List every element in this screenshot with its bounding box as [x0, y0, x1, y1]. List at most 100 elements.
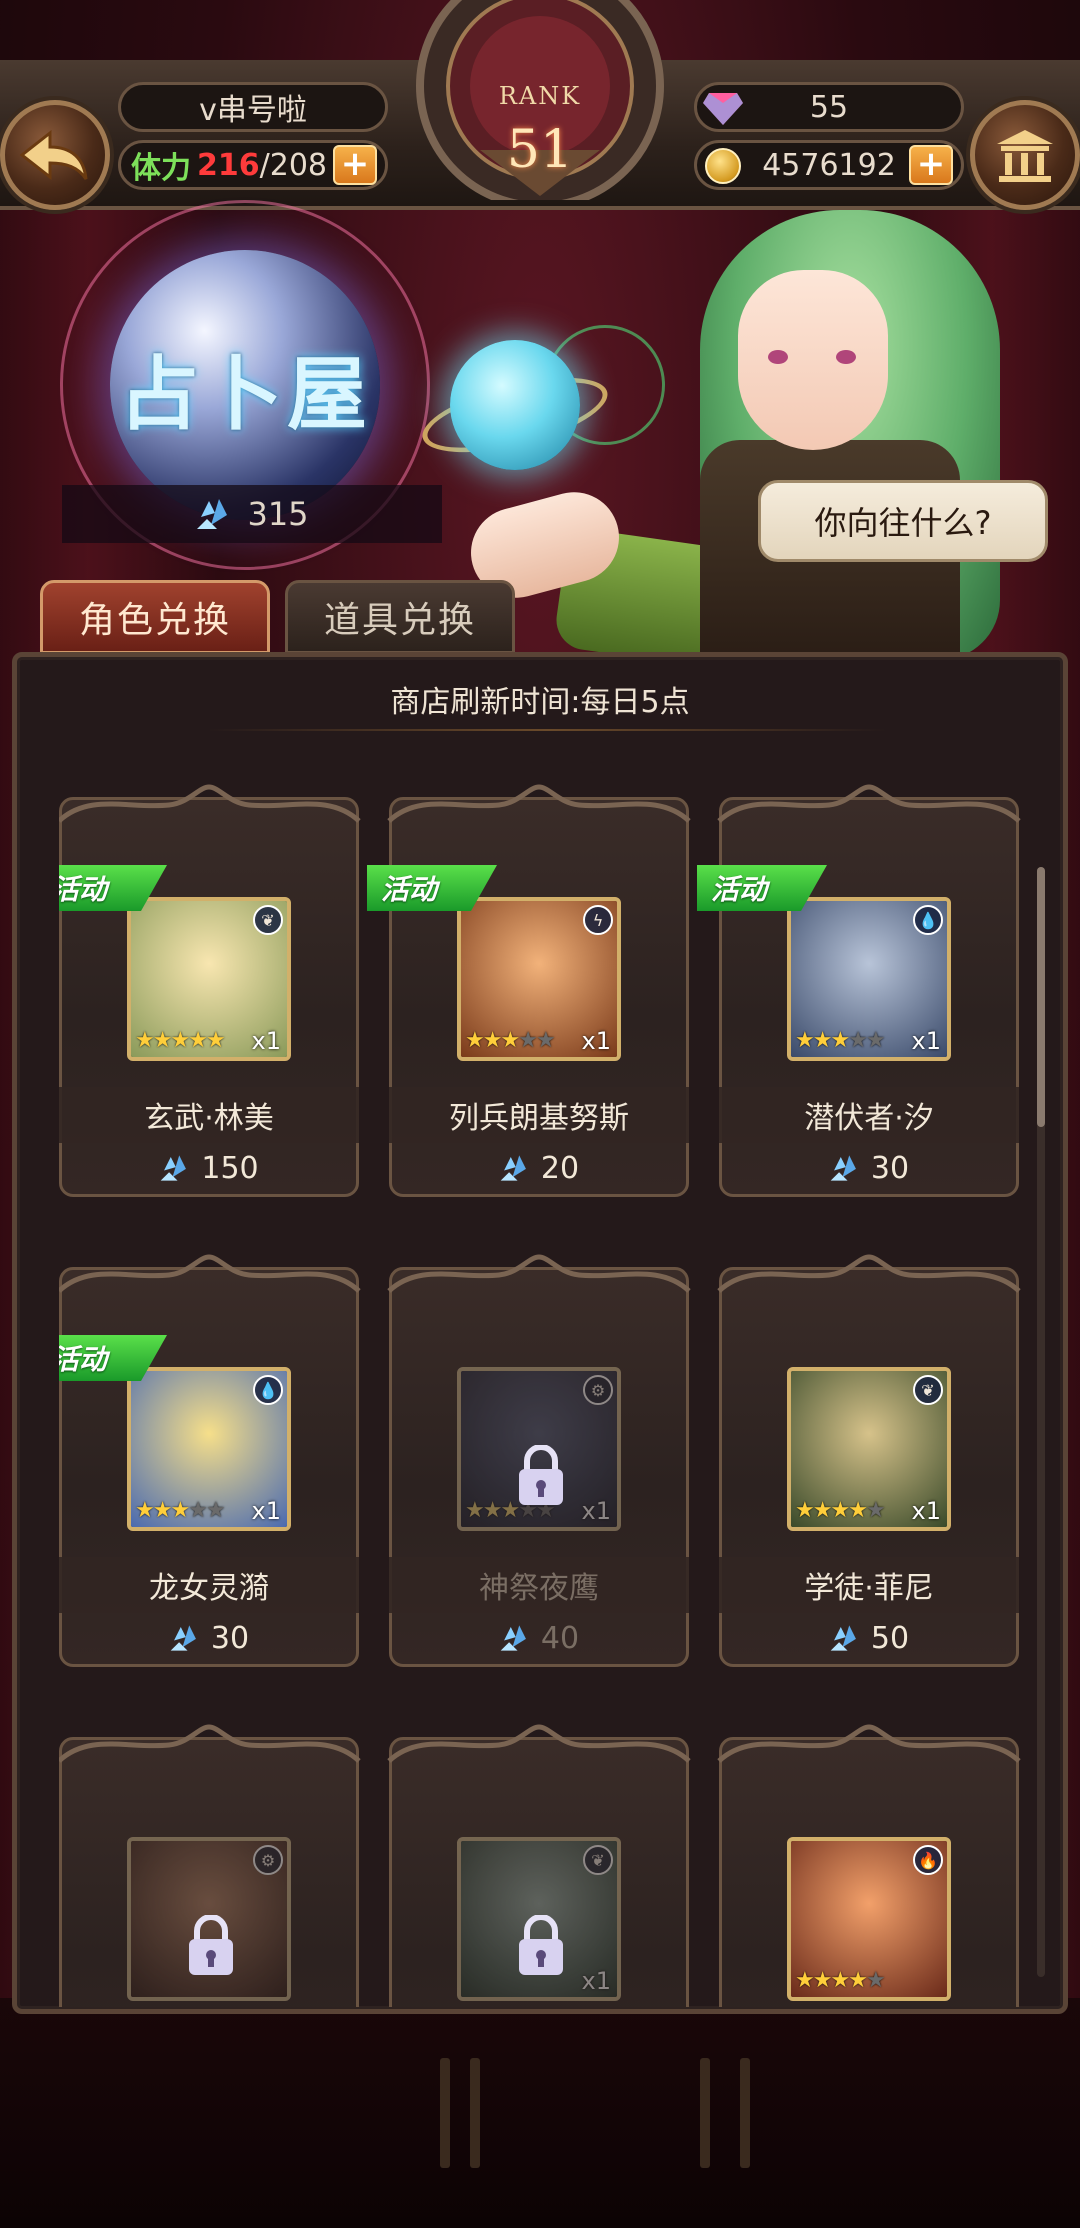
shop-panel: 商店刷新时间:每日5点 ❦★★★★★x1玄武·林美150活动ϟ★★★★★x1列兵…: [12, 652, 1068, 2014]
gold-coin-icon: [705, 148, 741, 184]
card-ornament-icon: [59, 784, 361, 823]
scrollbar-thumb[interactable]: [1037, 867, 1045, 1127]
item-price: 50: [719, 1613, 1019, 1663]
star-icon: ★: [465, 1028, 485, 1053]
crystal-icon: [197, 499, 228, 529]
shop-item-card[interactable]: 🔥 ★★★★★: [717, 1724, 1021, 2007]
star-rating: ★★★★★: [795, 1028, 886, 1053]
card-ornament-icon: [387, 784, 691, 823]
crystal-icon: [170, 1625, 196, 1651]
character-face: [738, 270, 888, 450]
item-name: 神祭夜鹰: [389, 1557, 689, 1613]
character-eye: [836, 350, 856, 364]
price-value: 30: [870, 1150, 910, 1186]
crystal-icon: [500, 1155, 526, 1181]
water-icon: 💧: [913, 905, 943, 935]
leaf-icon: ❦: [583, 1845, 613, 1875]
item-price: 150: [59, 1143, 359, 1193]
crystal-count: 315: [247, 495, 309, 533]
item-price: 40: [389, 1613, 689, 1663]
water-icon: 💧: [253, 1375, 283, 1405]
gold-count: 4576192: [762, 147, 896, 183]
leaf-icon: ❦: [253, 905, 283, 935]
star-icon: ★: [848, 1028, 868, 1053]
shop-item-card[interactable]: ϟ ★★★★★ x1 列兵朗基努斯 20 活动: [367, 784, 691, 1197]
star-rating: ★★★★★: [135, 1498, 226, 1523]
card-ornament-icon: [387, 1724, 691, 1763]
character-portrait: ❦ ★★★★★ x1: [787, 1367, 951, 1531]
star-icon: ★: [795, 1028, 815, 1053]
star-icon: ★: [205, 1028, 226, 1053]
gem-icon: [703, 93, 743, 125]
back-button[interactable]: [0, 100, 110, 210]
shop-title: 占卜屋: [119, 347, 371, 441]
add-gold-button[interactable]: +: [909, 145, 953, 185]
character-portrait: 💧 ★★★★★ x1: [127, 1367, 291, 1531]
price-value: 30: [210, 1620, 250, 1656]
stamina-max: /208: [259, 147, 327, 183]
floor-area: [0, 1998, 1080, 2228]
bank-button[interactable]: [970, 100, 1080, 210]
star-icon: ★: [188, 1028, 208, 1053]
item-grid[interactable]: ❦★★★★★x1玄武·林美150活动ϟ★★★★★x1列兵朗基努斯20活动💧★★★…: [59, 767, 1049, 2007]
back-arrow-icon: [20, 129, 88, 181]
star-icon: ★: [518, 1028, 538, 1053]
star-icon: ★: [865, 1968, 886, 1993]
star-icon: ★: [500, 1028, 520, 1053]
item-quantity: x1: [911, 1027, 941, 1055]
card-ornament-icon: [717, 1254, 1021, 1293]
star-icon: ★: [830, 1498, 850, 1523]
candle: [440, 2058, 450, 2168]
star-icon: ★: [848, 1968, 868, 1993]
rank-label: RANK: [498, 82, 582, 110]
star-icon: ★: [865, 1028, 886, 1053]
card-ornament-icon: [59, 1724, 361, 1763]
price-value: 150: [201, 1150, 259, 1186]
star-icon: ★: [170, 1028, 190, 1053]
price-value: 50: [870, 1620, 910, 1656]
item-quantity: x1: [251, 1027, 281, 1055]
item-quantity: x1: [911, 1497, 941, 1525]
rank-value: 51: [506, 120, 574, 180]
crystal-icon: [830, 1625, 856, 1651]
tab-character-exchange[interactable]: 角色兑换: [40, 580, 270, 654]
item-name: 龙女灵漪: [59, 1557, 359, 1613]
star-icon: ★: [812, 1968, 833, 1993]
gear-icon: ⚙: [253, 1845, 283, 1875]
star-icon: ★: [482, 1028, 503, 1053]
star-icon: ★: [152, 1498, 173, 1523]
item-price: 20: [389, 1143, 689, 1193]
item-name: 列兵朗基努斯: [389, 1087, 689, 1143]
star-icon: ★: [465, 1498, 485, 1523]
fire-icon: 🔥: [913, 1845, 943, 1875]
lock-icon: [519, 1445, 563, 1505]
shop-item-card[interactable]: 💧★★★★★x1龙女灵漪30活动: [59, 1254, 361, 1667]
shop-item-card[interactable]: ❦★★★★★x1玄武·林美150活动: [59, 784, 361, 1197]
lightning-icon: ϟ: [583, 905, 613, 935]
star-icon: ★: [795, 1498, 815, 1523]
star-rating: ★★★★★: [135, 1028, 226, 1053]
shop-item-card[interactable]: ⚙: [59, 1724, 361, 2007]
crystal-icon: [161, 1155, 187, 1181]
item-quantity: x1: [251, 1497, 281, 1525]
shop-item-card[interactable]: ❦ x1: [387, 1724, 691, 2007]
candle: [740, 2058, 750, 2168]
item-price: 30: [59, 1613, 359, 1663]
player-name: v串号啦: [118, 82, 388, 132]
star-icon: ★: [795, 1968, 815, 1993]
card-ornament-icon: [387, 1254, 691, 1293]
tab-item-exchange[interactable]: 道具兑换: [285, 580, 515, 654]
character-portrait: ❦ ★★★★★ x1: [127, 897, 291, 1061]
crystal-balance: 315: [62, 485, 442, 543]
price-value: 20: [540, 1150, 580, 1186]
star-icon: ★: [812, 1498, 833, 1523]
shop-item-card[interactable]: 💧 ★★★★★ x1 潜伏者·汐 30 活动: [697, 784, 1021, 1197]
shop-item-card[interactable]: ⚙ ★★★★★ x1 神祭夜鹰 40: [387, 1254, 691, 1667]
refresh-note: 商店刷新时间:每日5点: [390, 685, 690, 720]
shop-item-card[interactable]: ❦ ★★★★★ x1 学徒·菲尼 50: [717, 1254, 1021, 1667]
star-rating: ★★★★★: [795, 1498, 886, 1523]
character-portrait: 🔥 ★★★★★: [787, 1837, 951, 2001]
item-quantity: x1: [581, 1967, 611, 1995]
stamina-label: 体力: [131, 151, 191, 186]
add-stamina-button[interactable]: +: [333, 145, 377, 185]
